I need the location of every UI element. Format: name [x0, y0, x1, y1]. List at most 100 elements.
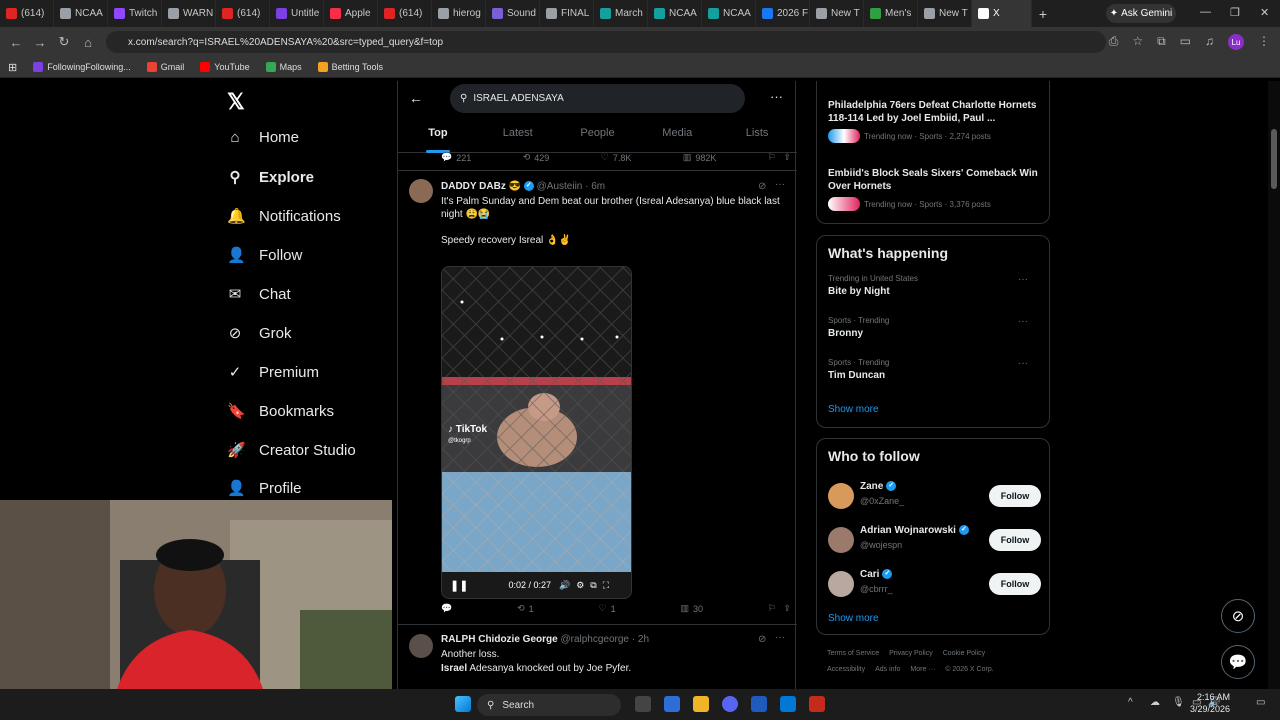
nav-item-notifications[interactable]: 🔔 Notifications	[227, 207, 341, 226]
bookmark-item[interactable]: Gmail	[146, 62, 184, 72]
grok-icon[interactable]: ⊘	[758, 634, 766, 645]
tab-media[interactable]: Media	[637, 121, 717, 152]
menu-icon[interactable]: ⋮	[1258, 34, 1270, 50]
video-player[interactable]: ♪ TikTok @tkogrp ❚❚ 0:02 / 0:27 🔊 ⚙ ⧉ ⛶	[441, 266, 632, 599]
browser-tab[interactable]: Men's	[864, 0, 918, 27]
footer-link[interactable]: Privacy Policy	[889, 650, 933, 657]
nav-item-profile[interactable]: 👤 Profile	[227, 479, 302, 498]
follow-button[interactable]: Follow	[989, 485, 1041, 507]
footer-link[interactable]: Accessibility	[827, 666, 865, 673]
bookmark-star-icon[interactable]: ☆	[1132, 34, 1143, 50]
app-icon[interactable]	[809, 696, 825, 712]
reply-button[interactable]: 💬	[441, 603, 452, 614]
trend-item[interactable]: Embiid's Block Seals Sixers' Comeback Wi…	[828, 167, 1038, 211]
browser-tab[interactable]: NCAA	[54, 0, 108, 27]
avatar[interactable]	[828, 571, 854, 597]
tab-top[interactable]: Top	[398, 121, 478, 153]
tab-latest[interactable]: Latest	[478, 121, 558, 152]
browser-tab[interactable]: Twitch	[108, 0, 162, 27]
follow-suggestion[interactable]: Zane ✓ @0xZane_ Follow	[817, 479, 1051, 515]
search-input[interactable]: ⚲ ISRAEL ADENSAYA	[450, 84, 745, 113]
more-icon[interactable]: ···	[1018, 358, 1028, 369]
grok-icon[interactable]: ⊘	[758, 181, 766, 192]
browser-tab[interactable]: WARN	[162, 0, 216, 27]
browser-tab[interactable]: (614)	[378, 0, 432, 27]
taskbar-search[interactable]: ⚲ Search	[477, 694, 621, 716]
trend-item[interactable]: Philadelphia 76ers Defeat Charlotte Horn…	[828, 99, 1038, 143]
avatar[interactable]	[409, 179, 433, 203]
avatar[interactable]	[828, 483, 854, 509]
grok-fab[interactable]: ⊘	[1221, 599, 1255, 633]
back-icon[interactable]: ←	[4, 35, 28, 50]
fullscreen-icon[interactable]: ⛶	[603, 580, 609, 591]
browser-tab[interactable]: X	[972, 0, 1032, 27]
pip-icon[interactable]: ⧉	[590, 580, 596, 591]
footer-link[interactable]: © 2026 X Corp.	[945, 666, 993, 673]
start-icon[interactable]	[455, 696, 471, 712]
tweet[interactable]: RALPH Chidozie George @ralphcgeorge · 2h…	[398, 626, 797, 689]
browser-tab[interactable]: hierog	[432, 0, 486, 27]
store-icon[interactable]	[664, 696, 680, 712]
task-view-icon[interactable]	[635, 696, 651, 712]
browser-tab[interactable]: 2026 F	[756, 0, 810, 27]
messages-fab[interactable]: 💬	[1221, 645, 1255, 679]
tab-people[interactable]: People	[558, 121, 638, 152]
browser-tab[interactable]: Apple	[324, 0, 378, 27]
trend-item[interactable]: Trending in United States Bite by Night ··…	[828, 274, 1038, 297]
nav-item-grok[interactable]: ⊘ Grok	[227, 324, 292, 343]
apps-icon[interactable]: ⊞	[8, 61, 17, 74]
sidebar-icon[interactable]: ▭	[1180, 34, 1191, 50]
settings-icon[interactable]: ⚙	[576, 580, 584, 591]
more-icon[interactable]: ···	[775, 179, 785, 190]
address-bar[interactable]: x.com/search?q=ISRAEL%20ADENSAYA%20&src=…	[106, 31, 1106, 53]
browser-tab[interactable]: FINAL	[540, 0, 594, 27]
follow-button[interactable]: Follow	[989, 529, 1041, 551]
restore-button[interactable]: ❐	[1230, 6, 1240, 19]
avatar[interactable]	[409, 634, 433, 658]
install-icon[interactable]: ⎙	[1109, 34, 1119, 50]
browser-tab[interactable]: New T	[810, 0, 864, 27]
chrome-profile-icon[interactable]	[751, 696, 767, 712]
file-explorer-icon[interactable]	[693, 696, 709, 712]
bookmark-button[interactable]: ⚐ ⇪	[768, 152, 791, 163]
browser-tab[interactable]: Sound	[486, 0, 540, 27]
nav-item-premium[interactable]: ✓ Premium	[227, 363, 319, 382]
bookmark-button[interactable]: ⚐ ⇪	[768, 603, 791, 614]
views-count[interactable]: ▥ 982K	[683, 152, 717, 163]
footer-link[interactable]: Ads info	[875, 666, 900, 673]
browser-tab[interactable]: NCAA	[648, 0, 702, 27]
browser-tab[interactable]: NCAA	[702, 0, 756, 27]
browser-tab[interactable]: Untitle	[270, 0, 324, 27]
more-icon[interactable]: ···	[1018, 316, 1028, 327]
browser-tab[interactable]: New T	[918, 0, 972, 27]
trend-item[interactable]: Sports · Trending Tim Duncan ···	[828, 358, 1038, 381]
nav-item-bookmarks[interactable]: 🔖 Bookmarks	[227, 402, 334, 421]
bookmark-item[interactable]: Betting Tools	[317, 62, 383, 72]
nav-item-creator-studio[interactable]: 🚀 Creator Studio	[227, 441, 356, 460]
home-icon[interactable]: ⌂	[76, 35, 100, 50]
reply-button[interactable]: 💬 221	[441, 152, 471, 163]
profile-avatar[interactable]: Lu	[1228, 34, 1244, 50]
tweet[interactable]: DADDY DABz 😎 ✓ @Austeiin · 6m ⊘ ··· It's…	[398, 171, 797, 625]
browser-tab[interactable]: (614)	[216, 0, 270, 27]
app-icon[interactable]	[780, 696, 796, 712]
like-button[interactable]: ♡ 7.8K	[601, 152, 632, 163]
nav-item-follow[interactable]: 👤 Follow	[227, 246, 302, 265]
reload-icon[interactable]: ↻	[52, 34, 76, 50]
discord-icon[interactable]	[722, 696, 738, 712]
back-arrow-icon[interactable]: ←	[409, 90, 423, 106]
tray-icon[interactable]: ☁	[1150, 697, 1160, 708]
close-window-button[interactable]: ✕	[1260, 6, 1269, 19]
clock[interactable]: 2:16 AM 3/29/2026	[1190, 691, 1230, 715]
scrollbar-thumb[interactable]	[1271, 129, 1277, 189]
more-icon[interactable]: ···	[770, 89, 783, 104]
footer-link[interactable]: Cookie Policy	[943, 650, 985, 657]
nav-item-explore[interactable]: ⚲ Explore	[227, 168, 315, 187]
avatar[interactable]	[828, 527, 854, 553]
ask-gemini-button[interactable]: ✦ Ask Gemini	[1106, 4, 1176, 23]
footer-link[interactable]: Terms of Service	[827, 650, 879, 657]
bookmark-item[interactable]: YouTube	[200, 62, 250, 72]
tweet-author[interactable]: RALPH Chidozie George @ralphcgeorge · 2h	[441, 634, 649, 645]
pause-icon[interactable]: ❚❚	[450, 579, 468, 592]
like-button[interactable]: ♡ 1	[599, 603, 616, 614]
